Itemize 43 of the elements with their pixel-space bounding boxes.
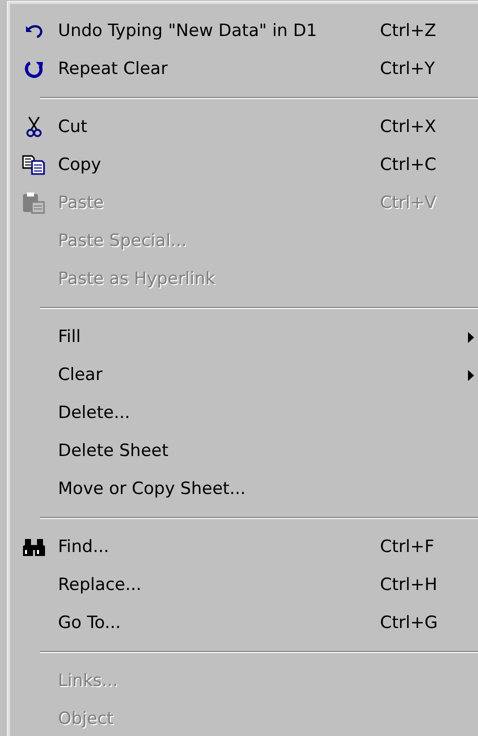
item-label: Find... bbox=[58, 537, 110, 557]
menu-item[interactable]: Cut Ctrl+X bbox=[10, 108, 478, 146]
binoculars-icon bbox=[22, 537, 46, 557]
menu-item[interactable]: Move or Copy Sheet... bbox=[10, 470, 478, 508]
menu-item[interactable]: Repeat Clear Ctrl+Y bbox=[10, 50, 478, 88]
item-label: Cut bbox=[58, 117, 88, 137]
menu-item[interactable]: Fill bbox=[10, 318, 478, 356]
menu-item[interactable]: Copy Ctrl+C bbox=[10, 146, 478, 184]
redo-arrow-icon bbox=[24, 59, 44, 79]
item-label: Repeat Clear bbox=[58, 59, 168, 79]
item-label: Links... bbox=[58, 671, 118, 691]
item-label: Clear bbox=[58, 365, 102, 385]
item-label: Undo Typing "New Data" in D1 bbox=[58, 21, 318, 41]
shortcut-label: Ctrl+Z bbox=[380, 21, 436, 41]
menu-item[interactable]: Undo Typing "New Data" in D1 Ctrl+Z bbox=[10, 12, 478, 50]
item-label: Object bbox=[58, 709, 114, 729]
item-label: Move or Copy Sheet... bbox=[58, 479, 246, 499]
item-label: Go To... bbox=[58, 613, 121, 633]
menu-item[interactable]: Go To... Ctrl+G bbox=[10, 604, 478, 642]
shortcut-label: Ctrl+F bbox=[380, 537, 434, 557]
shortcut-label: Ctrl+H bbox=[380, 575, 438, 595]
item-label: Paste Special... bbox=[58, 231, 187, 251]
item-label: Copy bbox=[58, 155, 102, 175]
item-label: Delete... bbox=[58, 403, 130, 423]
item-label: Fill bbox=[58, 327, 81, 347]
shortcut-label: Ctrl+V bbox=[380, 193, 436, 213]
clipboard-icon bbox=[22, 192, 46, 214]
copy-icon bbox=[22, 155, 46, 175]
item-label: Delete Sheet bbox=[58, 441, 168, 461]
undo-arrow-icon bbox=[23, 23, 45, 39]
menu-item[interactable]: Find... Ctrl+F bbox=[10, 528, 478, 566]
item-label: Paste bbox=[58, 193, 104, 213]
shortcut-label: Ctrl+C bbox=[380, 155, 436, 175]
menu-item[interactable]: Clear bbox=[10, 356, 478, 394]
menu-item[interactable]: Delete... bbox=[10, 394, 478, 432]
shortcut-label: Ctrl+Y bbox=[380, 59, 435, 79]
scissors-icon bbox=[26, 116, 42, 138]
item-label: Replace... bbox=[58, 575, 142, 595]
menu-item[interactable]: Replace... Ctrl+H bbox=[10, 566, 478, 604]
menu-item[interactable]: Delete Sheet bbox=[10, 432, 478, 470]
shortcut-label: Ctrl+G bbox=[380, 613, 438, 633]
item-label: Paste as Hyperlink bbox=[58, 269, 216, 289]
shortcut-label: Ctrl+X bbox=[380, 117, 436, 137]
